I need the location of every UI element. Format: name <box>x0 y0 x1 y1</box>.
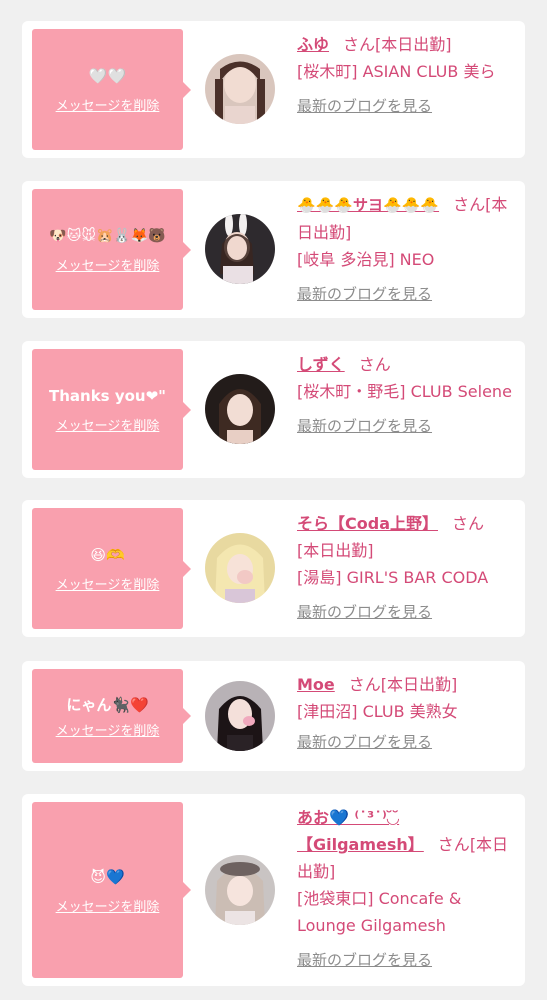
delete-message-link[interactable]: メッセージを削除 <box>56 574 160 593</box>
girl-name-link[interactable]: そら【Coda上野】 <box>297 514 438 533</box>
girl-info: あお💙 ⁽˙³˙⁾◟̆◞̆ 【Gilgamesh】 さん[本日出勤] [池袋東口]… <box>297 804 515 974</box>
latest-blog-link[interactable]: 最新のブログを見る <box>297 93 432 120</box>
girl-name-link[interactable]: Moe <box>297 675 335 694</box>
message-card: にゃん🐈‍⬛❤️ メッセージを削除 Moe さん[本日出勤] [津田沼] CLUB… <box>22 661 525 771</box>
avatar[interactable] <box>205 681 275 751</box>
message-card: 😆🫶 メッセージを削除 そら【Coda上野】 さん [本日出勤] [湯島] GIR… <box>22 500 525 637</box>
work-status: [本日出勤] <box>375 35 452 54</box>
message-text: 😈💙 <box>90 867 125 886</box>
latest-blog-link[interactable]: 最新のブログを見る <box>297 281 432 308</box>
message-bubble: 😆🫶 メッセージを削除 <box>32 508 191 629</box>
shop-name: [桜木町・野毛] CLUB Selene <box>297 382 512 401</box>
message-text: にゃん🐈‍⬛❤️ <box>66 695 149 714</box>
work-status: [本日出勤] <box>297 541 374 560</box>
honorific: さん <box>358 355 391 374</box>
avatar[interactable] <box>205 214 275 284</box>
delete-message-link[interactable]: メッセージを削除 <box>56 720 160 739</box>
honorific: さん <box>348 675 381 694</box>
avatar[interactable] <box>205 533 275 603</box>
honorific: さん <box>343 35 376 54</box>
girl-info: しずく さん [桜木町・野毛] CLUB Selene 最新のブログを見る <box>297 351 515 440</box>
delete-message-link[interactable]: メッセージを削除 <box>56 95 160 114</box>
shop-name: [湯島] GIRL'S BAR CODA <box>297 568 489 587</box>
message-text: 😆🫶 <box>90 546 125 564</box>
latest-blog-link[interactable]: 最新のブログを見る <box>297 947 432 974</box>
honorific: さん <box>437 835 470 854</box>
girl-info: ふゆ さん[本日出勤] [桜木町] ASIAN CLUB 美ら 最新のブログを見る <box>297 31 515 120</box>
girl-name-link[interactable]: 🐣🐣🐣サヨ🐣🐣🐣 <box>297 196 439 214</box>
honorific: さん <box>452 514 485 533</box>
delete-message-link[interactable]: メッセージを削除 <box>56 255 160 274</box>
message-card: 🤍🤍 メッセージを削除 ふゆ さん[本日出勤] [桜木町] ASIAN CLUB … <box>22 21 525 158</box>
avatar[interactable] <box>205 855 275 925</box>
girl-info: そら【Coda上野】 さん [本日出勤] [湯島] GIRL'S BAR CODA… <box>297 510 515 626</box>
latest-blog-link[interactable]: 最新のブログを見る <box>297 413 432 440</box>
girl-name-link[interactable]: しずく <box>297 355 345 374</box>
message-bubble: にゃん🐈‍⬛❤️ メッセージを削除 <box>32 669 191 763</box>
avatar[interactable] <box>205 374 275 444</box>
girl-info: 🐣🐣🐣サヨ🐣🐣🐣 さん[本日出勤] [岐阜 多治見] NEO 最新のブログを見る <box>297 191 515 308</box>
latest-blog-link[interactable]: 最新のブログを見る <box>297 729 432 756</box>
shop-name: [池袋東口] Concafe & Lounge Gilgamesh <box>297 889 462 935</box>
girl-info: Moe さん[本日出勤] [津田沼] CLUB 美熟女 最新のブログを見る <box>297 671 515 756</box>
delete-message-link[interactable]: メッセージを削除 <box>56 896 160 915</box>
message-card: Thanks you❤︎" メッセージを削除 しずく さん [桜木町・野毛] CL… <box>22 341 525 478</box>
message-bubble: 😈💙 メッセージを削除 <box>32 802 191 978</box>
message-text: Thanks you❤︎" <box>49 387 166 405</box>
latest-blog-link[interactable]: 最新のブログを見る <box>297 599 432 626</box>
work-status: [本日出勤] <box>380 675 458 694</box>
message-text: 🤍🤍 <box>88 67 127 85</box>
message-bubble: 🐶🐱🐭🐹🐰🦊🐻 メッセージを削除 <box>32 189 191 310</box>
message-card: 😈💙 メッセージを削除 あお💙 ⁽˙³˙⁾◟̆◞̆ 【Gilgamesh】 さん[… <box>22 794 525 986</box>
message-bubble: 🤍🤍 メッセージを削除 <box>32 29 191 150</box>
avatar[interactable] <box>205 54 275 124</box>
shop-name: [津田沼] CLUB 美熟女 <box>297 702 458 721</box>
girl-name-link[interactable]: あお💙 ⁽˙³˙⁾◟̆◞̆ 【Gilgamesh】 <box>297 808 424 854</box>
message-bubble: Thanks you❤︎" メッセージを削除 <box>32 349 191 470</box>
shop-name: [岐阜 多治見] NEO <box>297 250 435 269</box>
delete-message-link[interactable]: メッセージを削除 <box>56 415 160 434</box>
message-card: 🐶🐱🐭🐹🐰🦊🐻 メッセージを削除 🐣🐣🐣サヨ🐣🐣🐣 さん[本日出勤] [岐阜 多治… <box>22 181 525 318</box>
shop-name: [桜木町] ASIAN CLUB 美ら <box>297 62 496 81</box>
girl-name-link[interactable]: ふゆ <box>297 35 329 54</box>
message-text: 🐶🐱🐭🐹🐰🦊🐻 <box>49 228 166 244</box>
honorific: さん <box>453 195 486 214</box>
